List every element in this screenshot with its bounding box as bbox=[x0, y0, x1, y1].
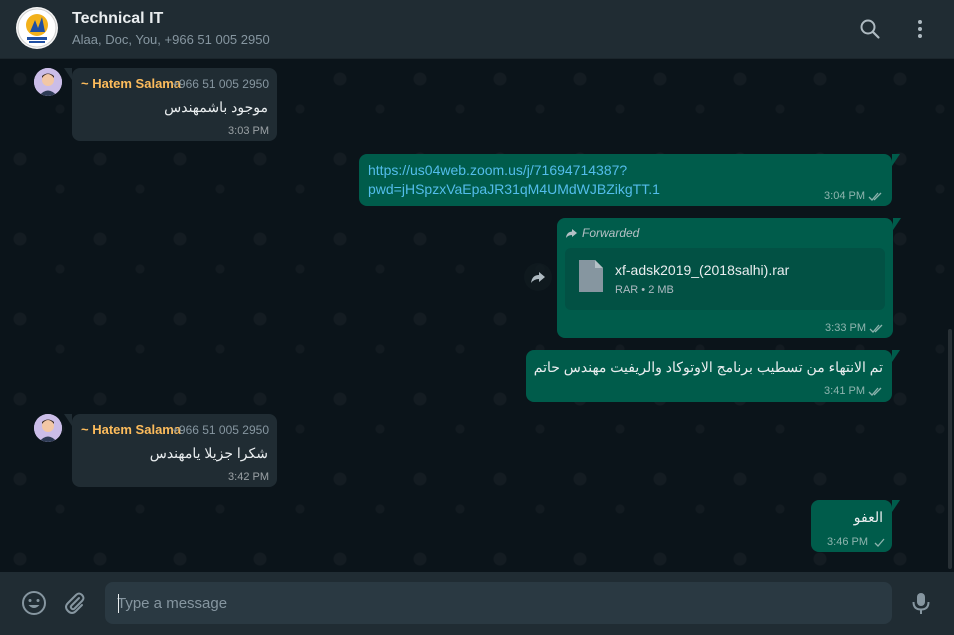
search-icon[interactable] bbox=[858, 17, 882, 41]
zoom-link-line1[interactable]: https://us04web.zoom.us/j/71694714387? bbox=[368, 161, 627, 180]
zoom-link-line2[interactable]: pwd=jHSpzxVaEpaJR31qM4UMdWJBZikgTT.1 bbox=[368, 180, 660, 199]
forward-icon bbox=[531, 272, 545, 283]
message-text: العفو bbox=[853, 509, 883, 525]
sender-phone: +966 51 005 2950 bbox=[171, 423, 269, 437]
message-time: 3:33 PM bbox=[825, 322, 866, 334]
message-time: 3:04 PM bbox=[824, 190, 865, 202]
file-icon bbox=[579, 260, 603, 292]
check-icon bbox=[874, 538, 885, 547]
message-time: 3:41 PM bbox=[824, 385, 865, 397]
sender-name[interactable]: ~ Hatem Salama bbox=[81, 422, 181, 437]
sender-avatar[interactable] bbox=[34, 68, 62, 96]
sender-name[interactable]: ~ Hatem Salama bbox=[81, 76, 181, 91]
double-check-icon bbox=[868, 192, 882, 201]
message-list[interactable]: ~ Hatem Salama +966 51 005 2950 موجود با… bbox=[0, 59, 954, 572]
chat-title[interactable]: Technical IT bbox=[72, 10, 163, 28]
person-avatar-icon bbox=[34, 68, 62, 96]
file-attachment[interactable]: xf-adsk2019_(2018salhi).rar RAR • 2 MB bbox=[565, 248, 885, 310]
sender-avatar[interactable] bbox=[34, 414, 62, 442]
message-bubble[interactable]: ~ Hatem Salama +966 51 005 2950 شكرا جزي… bbox=[64, 414, 277, 487]
person-avatar-icon bbox=[34, 414, 62, 442]
message-bubble[interactable]: تم الانتهاء من تسطيب برنامج الاوتوكاد وا… bbox=[526, 350, 900, 402]
mic-icon[interactable] bbox=[908, 590, 934, 616]
forwarded-text: Forwarded bbox=[582, 226, 640, 240]
emoji-icon[interactable] bbox=[21, 590, 47, 616]
sender-phone: +966 51 005 2950 bbox=[171, 77, 269, 91]
forwarded-arrow-icon bbox=[566, 228, 577, 238]
message-bubble[interactable]: العفو 3:46 PM bbox=[811, 500, 900, 552]
message-time: 3:42 PM bbox=[228, 471, 269, 483]
menu-icon[interactable] bbox=[908, 17, 932, 41]
composer-bar bbox=[0, 572, 954, 635]
message-bubble[interactable]: Forwarded xf-adsk2019_(2018salhi).rar RA… bbox=[557, 218, 901, 338]
file-name: xf-adsk2019_(2018salhi).rar bbox=[615, 262, 790, 278]
group-avatar[interactable] bbox=[16, 7, 58, 49]
attach-icon[interactable] bbox=[62, 590, 88, 616]
message-bubble[interactable]: ~ Hatem Salama +966 51 005 2950 موجود با… bbox=[64, 68, 277, 141]
forwarded-label: Forwarded bbox=[565, 226, 639, 240]
chat-members[interactable]: Alaa, Doc, You, +966 51 005 2950 bbox=[72, 32, 270, 47]
chat-scrollbar[interactable] bbox=[948, 329, 952, 569]
message-bubble[interactable]: https://us04web.zoom.us/j/71694714387? p… bbox=[359, 154, 900, 206]
message-text: موجود باشمهندس bbox=[164, 99, 268, 115]
message-time: 3:03 PM bbox=[228, 125, 269, 137]
group-logo-icon bbox=[17, 8, 57, 48]
double-check-icon bbox=[869, 324, 883, 333]
text-caret bbox=[118, 594, 119, 613]
message-text: تم الانتهاء من تسطيب برنامج الاوتوكاد وا… bbox=[533, 359, 883, 375]
forward-button[interactable] bbox=[524, 263, 552, 291]
double-check-icon bbox=[868, 387, 882, 396]
message-time: 3:46 PM bbox=[827, 536, 868, 548]
file-meta: RAR • 2 MB bbox=[615, 284, 674, 296]
chat-header: Technical IT Alaa, Doc, You, +966 51 005… bbox=[0, 0, 954, 59]
message-input[interactable] bbox=[105, 582, 892, 624]
message-text: شكرا جزيلا يامهندس bbox=[149, 445, 268, 461]
